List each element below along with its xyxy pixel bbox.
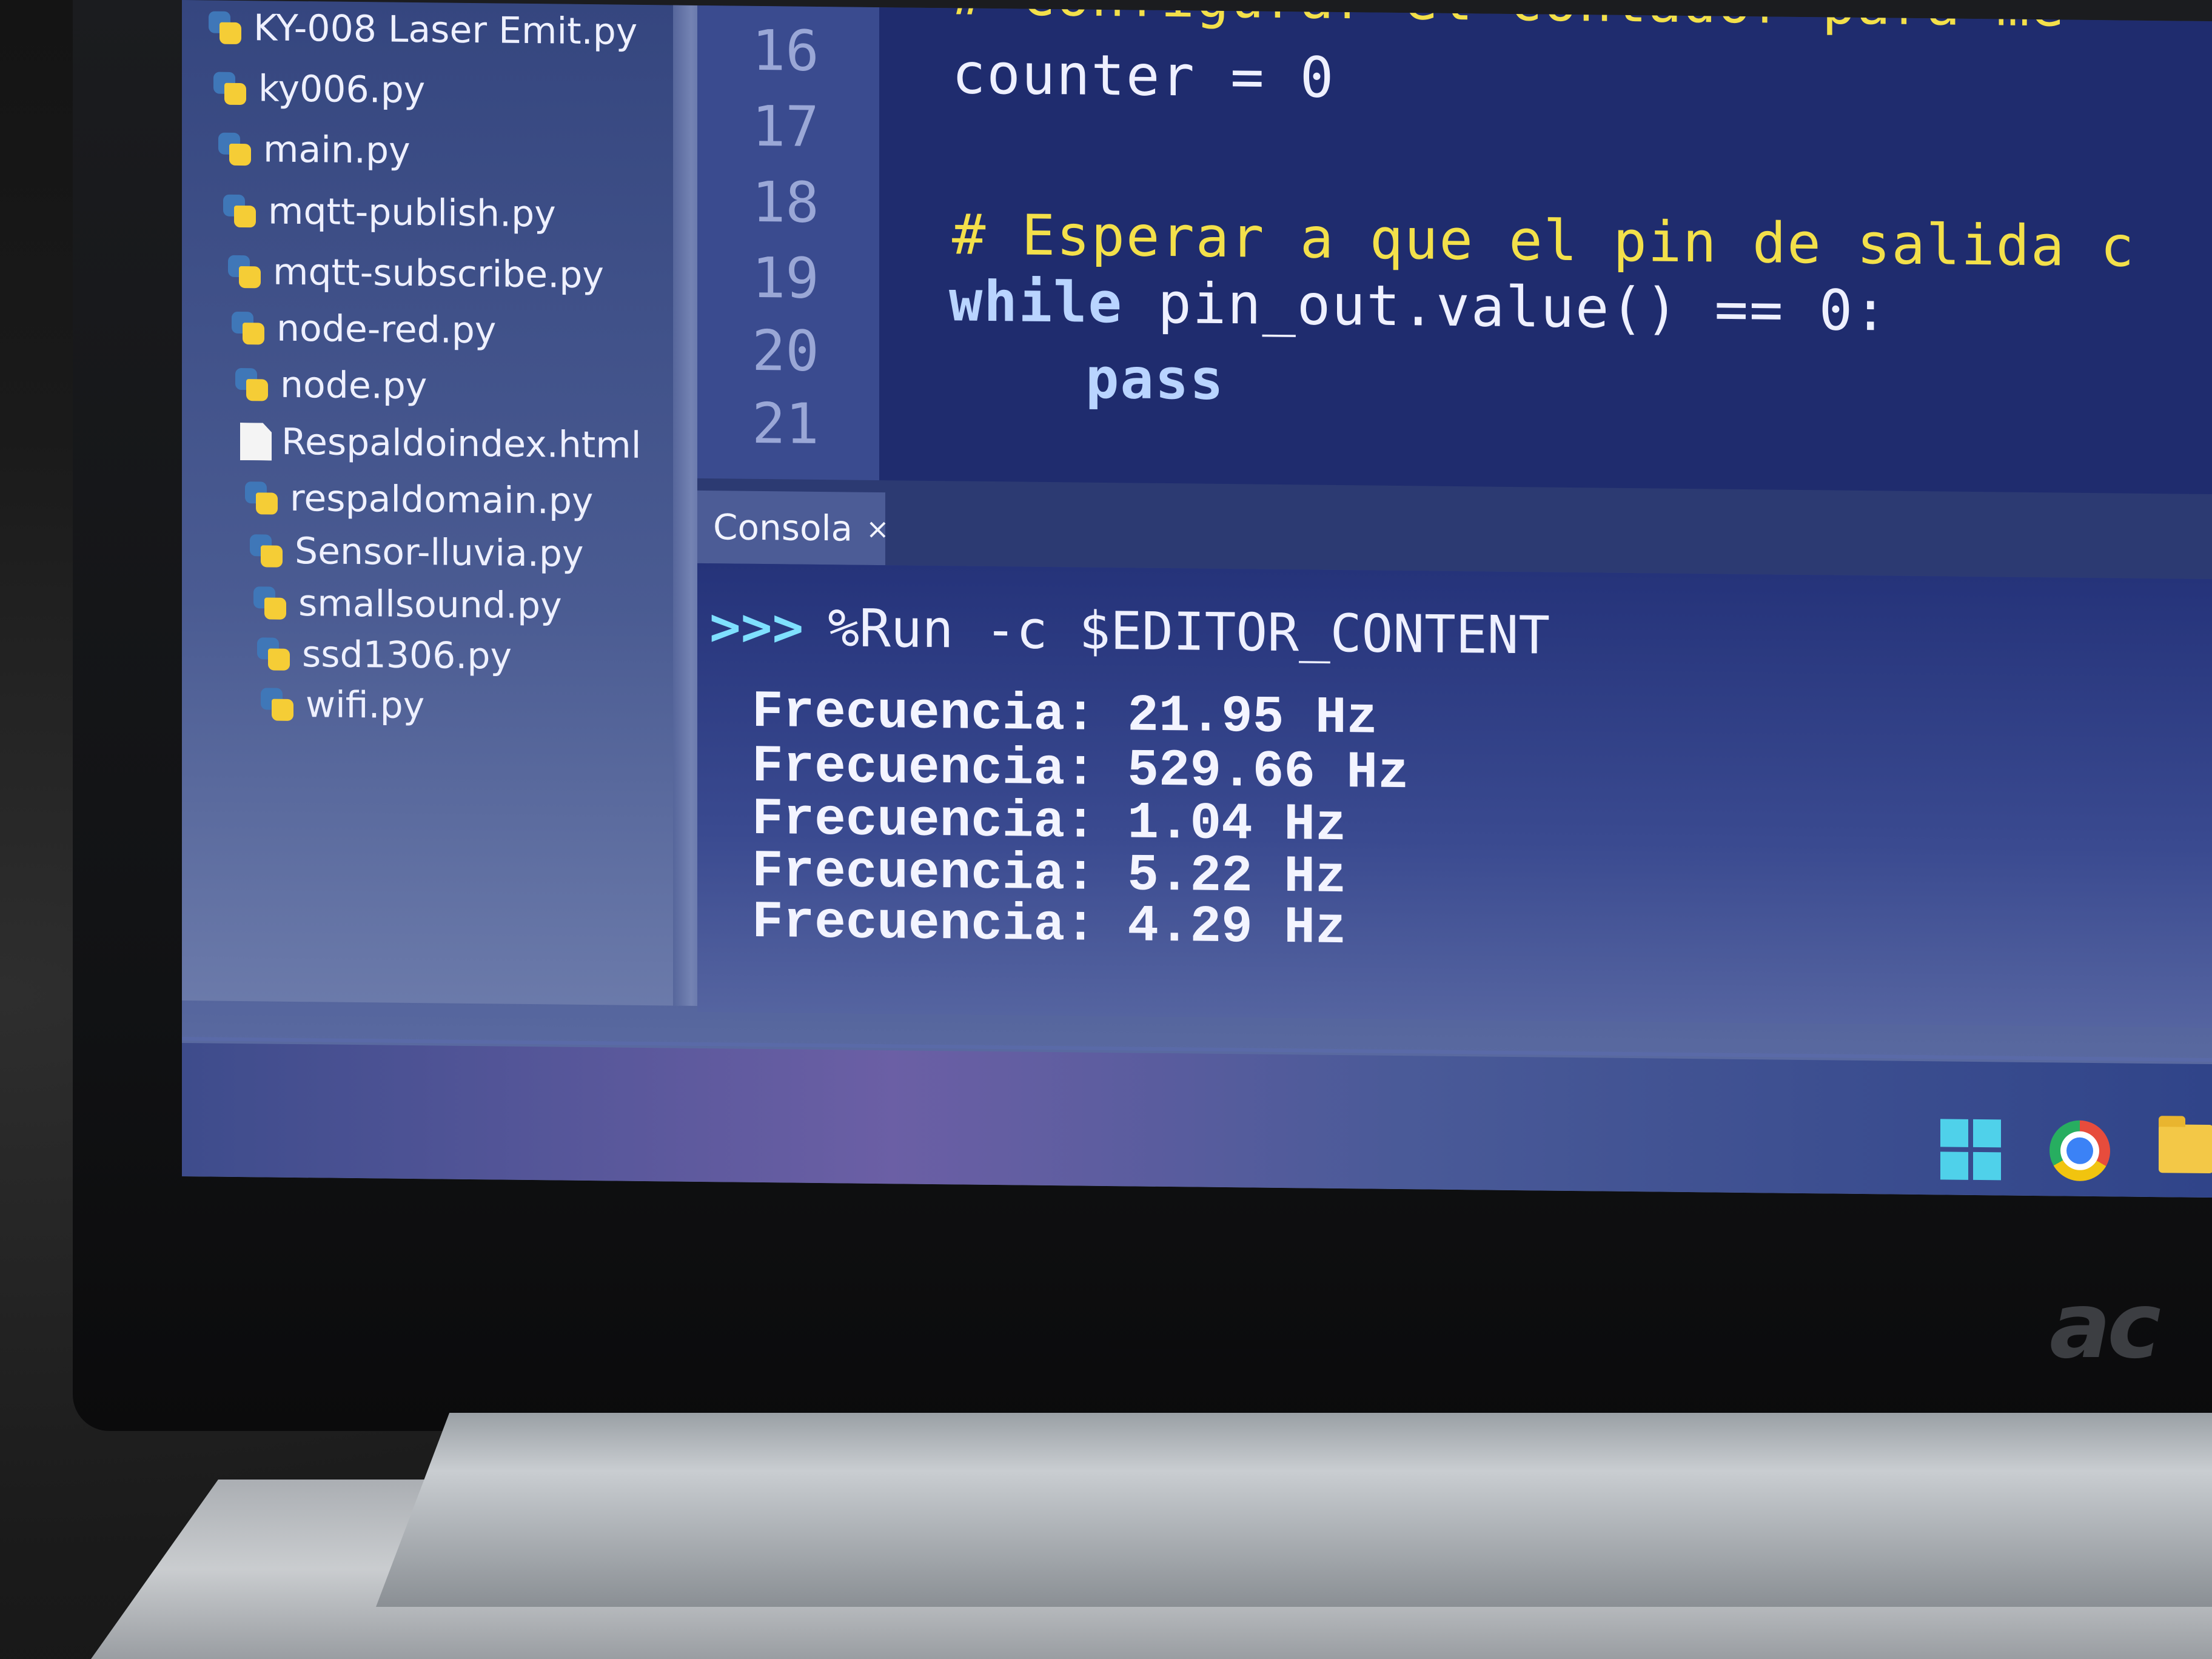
tab-label: Consola [713,506,853,549]
file-tree: KY-008 Laser Emit.py ky006.py main.py mq… [182,0,679,1006]
console-command: %Run -c $EDITOR_CONTENT [828,598,1550,666]
console-prompt-line: >>> %Run -c $EDITOR_CONTENT [709,597,1550,666]
line-number: 17 [752,93,819,160]
line-number: 20 [752,318,819,384]
python-file-icon [233,366,270,404]
file-item[interactable]: ky006.py [211,67,425,112]
python-file-icon [216,130,253,169]
file-name: respaldomain.py [290,477,594,523]
file-name: KY-008 Laser Emit.py [253,7,638,53]
line-number: 21 [752,390,819,457]
laptop-hinge [376,1413,2212,1607]
close-icon[interactable]: × [866,512,890,545]
file-item[interactable]: respaldomain.py [243,477,593,523]
file-item[interactable]: Sensor-lluvia.py [247,529,583,575]
file-item[interactable]: main.py [216,128,411,172]
line-number-gutter: 16 17 18 19 20 21 [697,5,879,493]
taskbar [182,1043,2212,1198]
python-file-icon [226,253,263,291]
file-item[interactable]: mqtt-publish.py [221,190,556,236]
python-file-icon [229,309,267,347]
windows-start-icon[interactable] [1940,1119,2001,1181]
file-name: node.py [280,363,427,408]
line-number: 18 [752,169,819,236]
code-comment: # Esperar a que el pin de salida c [952,202,2136,280]
line-number: 16 [752,18,819,84]
file-name: ssd1306.py [302,633,512,678]
file-item[interactable]: node-red.py [229,307,496,352]
python-file-icon [255,635,292,673]
code-editor[interactable]: 16 17 18 19 20 21 # Configurar el contad… [697,0,2212,507]
file-name: ky006.py [258,67,426,112]
file-name: main.py [263,128,411,172]
console-tab-bar: Consola × [697,478,2212,580]
python-file-icon [243,479,280,517]
file-name: Respaldoindex.html [281,420,642,467]
console-panel[interactable]: >>> %Run -c $EDITOR_CONTENT Frecuencia: … [697,563,2212,1028]
file-name: mqtt-publish.py [268,190,556,236]
chrome-icon[interactable] [2049,1120,2110,1182]
code-text: pin_out.value() == 0: [1122,270,1889,344]
python-file-icon [258,685,296,723]
file-item[interactable]: smallsound.py [251,581,562,628]
python-file-icon [247,532,285,570]
file-item[interactable]: Respaldoindex.html [240,420,641,467]
file-name: wifi.py [306,683,425,728]
file-explorer-icon[interactable] [2159,1124,2212,1174]
laptop-brand-logo: ac [2049,1273,2161,1379]
tab-console[interactable]: Consola × [697,490,890,566]
file-name: mqtt-subscribe.py [273,250,604,297]
console-output-line: Frecuencia: 4.29 Hz [752,892,1347,959]
file-item[interactable]: KY-008 Laser Emit.py [206,6,637,53]
code-keyword: while [949,269,1123,336]
python-file-icon [206,8,244,47]
code-keyword: pass [1085,346,1225,413]
file-name: Sensor-lluvia.py [295,529,584,575]
file-item[interactable]: node.py [233,363,427,408]
file-item[interactable]: ssd1306.py [255,632,512,678]
document-file-icon [240,423,272,461]
python-file-icon [251,584,289,622]
code-line: while pin_out.value() == 0: [949,269,1889,343]
python-file-icon [211,70,249,108]
file-item[interactable]: wifi.py [258,683,424,727]
prompt-marker: >>> [709,597,804,659]
file-name: node-red.py [276,307,497,352]
line-number: 19 [752,245,819,312]
laptop-screen: KY-008 Laser Emit.py ky006.py main.py mq… [182,0,2212,1198]
code-line: counter = 0 [952,41,1335,110]
file-item[interactable]: mqtt-subscribe.py [226,250,604,297]
file-name: smallsound.py [298,582,562,628]
python-file-icon [221,192,258,230]
bezel-groove [1110,1340,1340,1349]
